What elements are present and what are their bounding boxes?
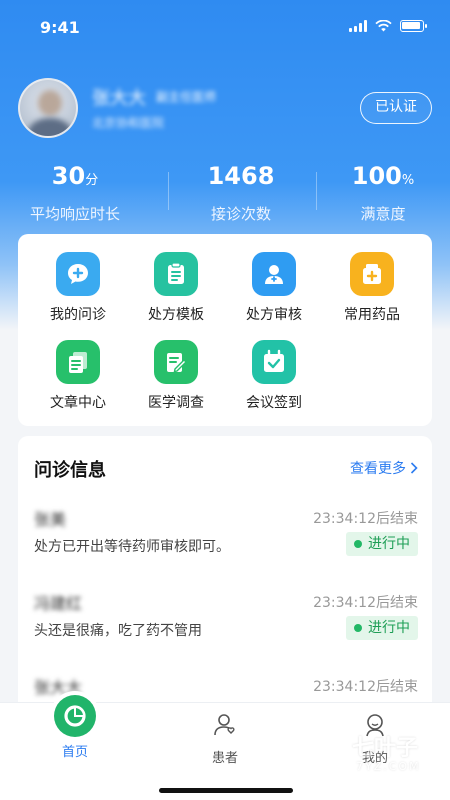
- calendar-check-icon: [252, 340, 296, 384]
- status-icons: [349, 20, 427, 32]
- consult-title: 问诊信息: [34, 460, 106, 481]
- grid-item-common-medicines[interactable]: 常用药品: [324, 252, 420, 324]
- verified-button[interactable]: 已认证: [360, 92, 432, 124]
- status-badge: 进行中: [346, 532, 418, 556]
- grid-item-my-consult[interactable]: 我的问诊: [30, 252, 126, 324]
- home-indicator: [159, 788, 293, 793]
- avatar[interactable]: [18, 78, 78, 138]
- status-label: 进行中: [368, 620, 410, 636]
- grid-item-article-center[interactable]: 文章中心: [30, 340, 126, 412]
- consult-message: 头还是很痛，吃了药不管用: [34, 623, 202, 639]
- status-label: 进行中: [368, 536, 410, 552]
- end-time: 23:34:12后结束: [313, 679, 418, 695]
- feature-grid: 我的问诊 处方模板 处方审核 常用药品 文章中心 医学调查 会议签到: [18, 234, 432, 426]
- tab-label: 患者: [211, 751, 238, 766]
- grid-label: 常用药品: [344, 307, 400, 323]
- stat-response-time: 30分 平均响应时长: [0, 160, 150, 224]
- stat-value: 1468: [207, 162, 275, 190]
- status-dot: [354, 540, 362, 548]
- grid-label: 文章中心: [50, 395, 106, 411]
- documents-icon: [56, 340, 100, 384]
- stat-consult-count: 1468 接诊次数: [166, 160, 316, 224]
- grid-item-medical-survey[interactable]: 医学调查: [128, 340, 224, 412]
- stat-unit: %: [401, 173, 415, 188]
- stat-value: 100: [351, 162, 402, 190]
- see-more-label: 查看更多: [350, 461, 406, 477]
- grid-label: 医学调查: [148, 395, 204, 411]
- patients-icon: [214, 714, 235, 736]
- leaf-logo-icon: [307, 729, 349, 771]
- status-time: 9:41: [40, 18, 80, 37]
- tab-patients[interactable]: 患者: [150, 703, 300, 766]
- stats-row: 30分 平均响应时长 1468 接诊次数 100% 满意度: [0, 160, 450, 226]
- doctor-title: 副主任医师: [156, 90, 217, 104]
- grid-item-meeting-checkin[interactable]: 会议签到: [226, 340, 322, 412]
- patient-name: 冯建红: [34, 594, 83, 613]
- status-bar: 9:41: [0, 0, 450, 56]
- doctor-name: 张大大: [92, 88, 146, 109]
- status-badge: 进行中: [346, 616, 418, 640]
- medicine-box-icon: [350, 252, 394, 296]
- grid-item-prescription-template[interactable]: 处方模板: [128, 252, 224, 324]
- grid-label: 我的问诊: [50, 307, 106, 323]
- status-dot: [354, 624, 362, 632]
- clipboard-icon: [154, 252, 198, 296]
- patient-name: 张美: [34, 510, 67, 529]
- watermark-sub: 7YZ.COM: [356, 760, 421, 773]
- home-icon: [54, 695, 96, 737]
- end-time: 23:34:12后结束: [313, 595, 418, 611]
- stat-value: 30: [51, 162, 86, 190]
- watermark-text: 七叶子: [352, 736, 419, 761]
- doctor-profile: 张大大 副主任医师 北京协和医院 已认证: [18, 78, 432, 138]
- doctor-badge-icon: [252, 252, 296, 296]
- wifi-icon: [375, 20, 392, 32]
- grid-label: 处方审核: [246, 307, 302, 323]
- doctor-hospital: 北京协和医院: [92, 116, 165, 130]
- cellular-signal-icon: [349, 20, 367, 32]
- see-more-link[interactable]: 查看更多: [350, 458, 418, 478]
- stat-label: 平均响应时长: [29, 205, 120, 223]
- grid-item-prescription-review[interactable]: 处方审核: [226, 252, 322, 324]
- watermark: 七叶子 7YZ.COM: [306, 716, 436, 786]
- stat-satisfaction: 100% 满意度: [308, 160, 450, 224]
- survey-edit-icon: [154, 340, 198, 384]
- battery-icon: [400, 20, 427, 32]
- grid-label: 处方模板: [148, 307, 204, 323]
- consult-info-card: 问诊信息 查看更多 张美 23:34:12后结束 处方已开出等待药师审核即可。 …: [18, 436, 432, 736]
- consult-row[interactable]: 张美 23:34:12后结束 处方已开出等待药师审核即可。 进行中: [34, 506, 418, 576]
- end-time: 23:34:12后结束: [313, 511, 418, 527]
- consult-message: 处方已开出等待药师审核即可。: [34, 539, 230, 555]
- consult-row[interactable]: 冯建红 23:34:12后结束 头还是很痛，吃了药不管用 进行中: [34, 590, 418, 660]
- chat-plus-icon: [56, 252, 100, 296]
- grid-label: 会议签到: [246, 395, 302, 411]
- stat-label: 接诊次数: [210, 205, 271, 223]
- stat-unit: 分: [85, 173, 99, 188]
- stat-label: 满意度: [360, 205, 406, 223]
- tab-label: 首页: [61, 745, 88, 760]
- tab-home[interactable]: 首页: [0, 695, 150, 760]
- chevron-right-icon: [410, 462, 418, 474]
